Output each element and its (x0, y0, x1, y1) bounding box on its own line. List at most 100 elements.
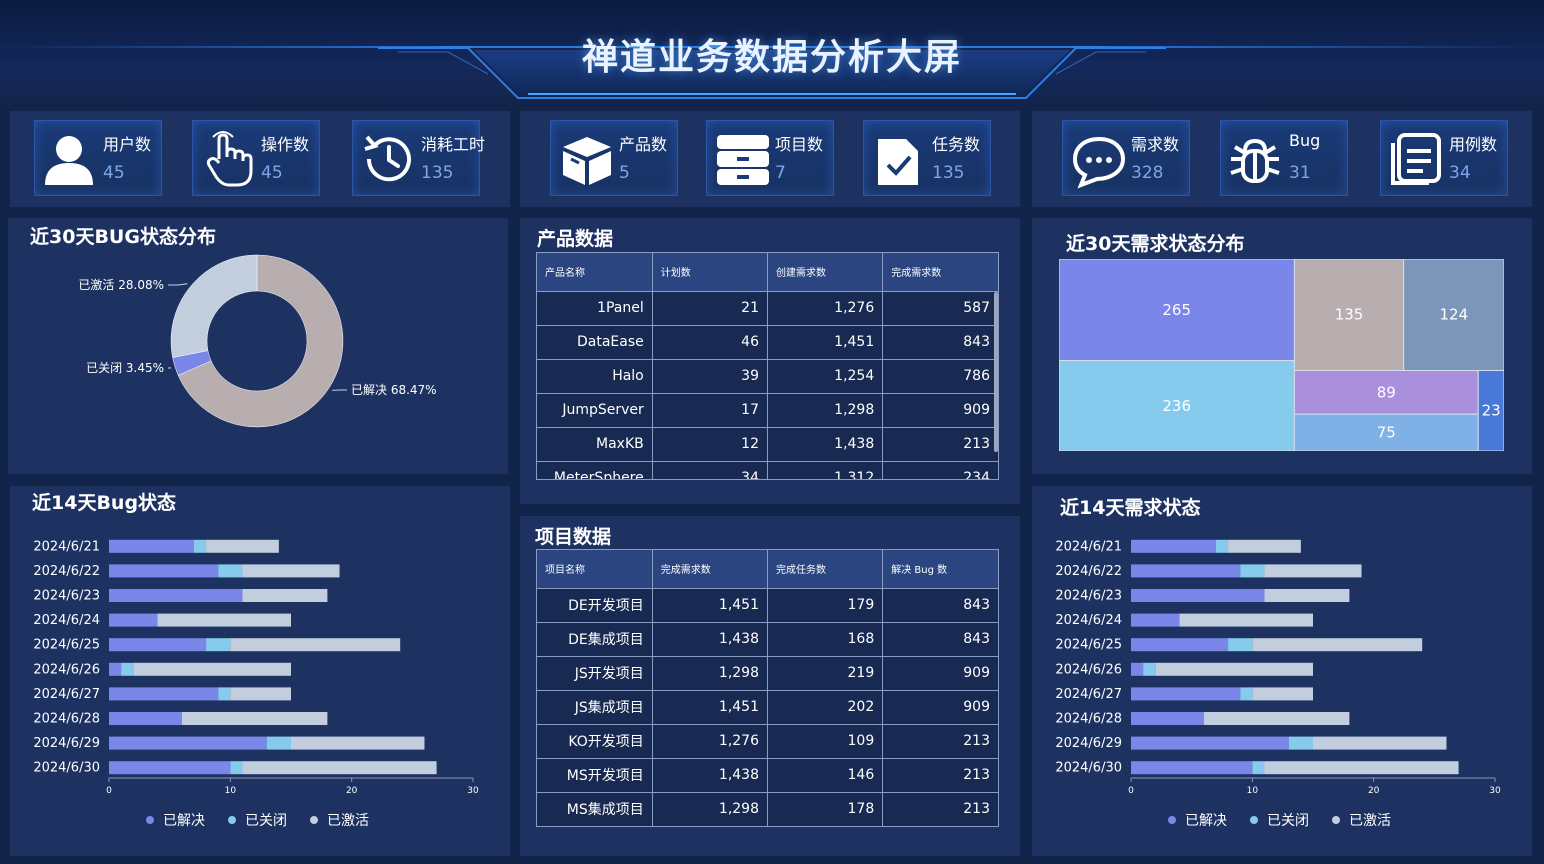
column-header[interactable]: 创建需求数 (767, 253, 884, 292)
bar-segment[interactable] (193, 539, 207, 553)
table-row[interactable]: 1Panel 21 1,276 587 (537, 291, 998, 326)
product-table-scrollbar[interactable] (994, 292, 998, 452)
bar-segment[interactable] (1264, 761, 1459, 775)
bar-segment[interactable] (242, 564, 340, 578)
project-table: 项目名称 完成需求数 完成任务数 解决 Bug 数 DE开发项目 1,451 1… (536, 549, 999, 827)
column-header[interactable]: 解决 Bug 数 (882, 550, 998, 589)
bar-segment[interactable] (109, 613, 158, 627)
legend-label[interactable]: 已解决 (163, 813, 205, 829)
table-row[interactable]: KO开发项目 1,276 109 213 (537, 724, 998, 759)
bar-segment[interactable] (1143, 662, 1156, 676)
legend-label[interactable]: 已解决 (1185, 813, 1227, 829)
bar-segment[interactable] (218, 564, 243, 578)
legend-label[interactable]: 已激活 (327, 812, 369, 829)
table-row[interactable]: MS开发项目 1,438 146 213 (537, 758, 998, 793)
bar-segment[interactable] (1215, 539, 1229, 553)
bar-segment[interactable] (1240, 564, 1265, 578)
legend-label[interactable]: 已关闭 (245, 813, 287, 829)
bar-segment[interactable] (1264, 564, 1362, 578)
column-header[interactable]: 产品名称 (537, 253, 653, 292)
bar-segment[interactable] (1131, 687, 1241, 701)
legend-marker[interactable] (1332, 816, 1340, 824)
legend-marker[interactable] (310, 816, 318, 824)
column-header[interactable]: 完成需求数 (652, 550, 769, 589)
bar-segment[interactable] (133, 662, 291, 676)
bar-segment[interactable] (121, 662, 134, 676)
bar-category-label: 2024/6/23 (1055, 589, 1122, 604)
bar-segment[interactable] (230, 687, 291, 701)
bar-segment[interactable] (1131, 712, 1204, 725)
table-row[interactable]: MeterSphere 34 1,312 234 (537, 461, 998, 479)
bar-segment[interactable] (1264, 589, 1350, 602)
bar-segment[interactable] (1131, 613, 1180, 627)
bar-segment[interactable] (206, 539, 279, 553)
column-header[interactable]: 项目名称 (537, 550, 653, 589)
bar-segment[interactable] (109, 539, 194, 553)
bar-segment[interactable] (157, 613, 291, 627)
bar-segment[interactable] (1252, 638, 1423, 652)
bar-segment[interactable] (1131, 761, 1253, 775)
bar-segment[interactable] (109, 687, 219, 701)
column-header[interactable]: 完成需求数 (882, 253, 998, 292)
table-row[interactable]: JumpServer 17 1,298 909 (537, 393, 998, 428)
table-row[interactable]: JS集成项目 1,451 202 909 (537, 690, 998, 725)
table-row[interactable]: MaxKB 12 1,438 213 (537, 427, 998, 462)
bar-segment[interactable] (1228, 638, 1253, 652)
table-row[interactable]: JS开发项目 1,298 219 909 (537, 656, 998, 691)
bar-segment[interactable] (109, 638, 207, 652)
bar-segment[interactable] (230, 761, 243, 775)
bar-segment[interactable] (1179, 613, 1313, 627)
bar-segment[interactable] (1131, 662, 1144, 676)
bar-segment[interactable] (1155, 662, 1313, 676)
bar-segment[interactable] (1252, 687, 1313, 701)
bar-segment[interactable] (242, 761, 437, 775)
legend-marker[interactable] (1168, 816, 1176, 824)
bar-segment[interactable] (109, 736, 267, 750)
bar-segment[interactable] (1131, 539, 1216, 553)
legend-label[interactable]: 已关闭 (1267, 813, 1309, 829)
legend-marker[interactable] (146, 816, 154, 824)
bar-segment[interactable] (1131, 589, 1265, 602)
table-row[interactable]: DE集成项目 1,438 168 843 (537, 622, 998, 657)
box-icon (563, 137, 611, 185)
stat-card-cases: 用例数 34 (1380, 120, 1508, 196)
bar-segment[interactable] (206, 638, 231, 652)
table-header-row: 项目名称 完成需求数 完成任务数 解决 Bug 数 (537, 550, 998, 589)
table-row[interactable]: DataEase 46 1,451 843 (537, 325, 998, 360)
bar-category-label: 2024/6/27 (33, 687, 100, 702)
bar-segment[interactable] (1240, 687, 1253, 701)
bar-segment[interactable] (1252, 761, 1265, 775)
bar-segment[interactable] (109, 564, 219, 578)
bar-segment[interactable] (109, 662, 122, 676)
bar-segment[interactable] (242, 589, 328, 602)
bar-segment[interactable] (218, 687, 231, 701)
x-tick-label: 30 (467, 786, 479, 796)
bar-segment[interactable] (291, 736, 425, 750)
req14-bar-chart: 2024/6/21 2024/6/22 2024/6/23 2024/6/24 2024… (1055, 539, 1501, 829)
table-row[interactable]: DE开发项目 1,451 179 843 (537, 588, 998, 623)
bar-segment[interactable] (109, 589, 243, 602)
bar-segment[interactable] (109, 712, 182, 725)
bar-segment[interactable] (266, 736, 291, 750)
donut-slice[interactable] (170, 254, 258, 358)
column-header[interactable]: 完成任务数 (767, 550, 884, 589)
bar-segment[interactable] (1288, 736, 1313, 750)
bar-segment[interactable] (109, 761, 231, 775)
bar-segment[interactable] (1203, 712, 1350, 725)
table-cell: 909 (882, 656, 998, 691)
bug14-bar-chart: 2024/6/21 2024/6/22 2024/6/23 2024/6/24 2024… (33, 539, 479, 829)
table-row[interactable]: Halo 39 1,254 786 (537, 359, 998, 394)
table-row[interactable]: MS集成项目 1,298 178 213 (537, 792, 998, 826)
column-header[interactable]: 计划数 (652, 253, 769, 292)
bar-segment[interactable] (181, 712, 328, 725)
bar-segment[interactable] (1313, 736, 1447, 750)
bar-segment[interactable] (1131, 736, 1289, 750)
legend-marker[interactable] (1250, 816, 1258, 824)
bar-segment[interactable] (1131, 564, 1241, 578)
legend-label[interactable]: 已激活 (1349, 812, 1391, 829)
bar-segment[interactable] (1228, 539, 1301, 553)
bar-segment[interactable] (1131, 638, 1229, 652)
bar-segment[interactable] (230, 638, 401, 652)
table-cell: 1,298 (767, 393, 884, 428)
legend-marker[interactable] (228, 816, 236, 824)
